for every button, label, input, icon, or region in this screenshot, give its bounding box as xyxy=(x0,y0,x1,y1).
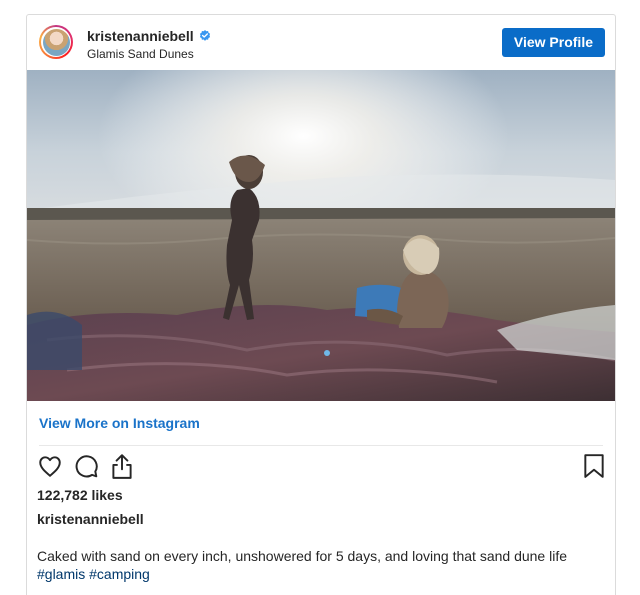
likes-count[interactable]: 122,782 likes xyxy=(37,487,123,503)
post-header: kristenanniebell Glamis Sand Dunes View … xyxy=(27,15,615,70)
comment-icon[interactable] xyxy=(73,453,99,479)
share-icon[interactable] xyxy=(109,452,135,480)
user-block: kristenanniebell Glamis Sand Dunes xyxy=(87,27,211,61)
avatar[interactable] xyxy=(39,25,73,59)
instagram-embed: kristenanniebell Glamis Sand Dunes View … xyxy=(26,14,616,595)
username[interactable]: kristenanniebell xyxy=(87,28,194,44)
verified-badge-icon xyxy=(199,30,211,42)
location-link[interactable]: Glamis Sand Dunes xyxy=(87,47,211,61)
bookmark-icon[interactable] xyxy=(582,453,606,479)
caption: Caked with sand on every inch, unshowere… xyxy=(37,547,605,583)
avatar-image xyxy=(42,28,70,56)
view-more-link[interactable]: View More on Instagram xyxy=(39,415,200,431)
caption-text: Caked with sand on every inch, unshowere… xyxy=(37,548,567,564)
caption-username[interactable]: kristenanniebell xyxy=(37,511,144,527)
hashtags[interactable]: #glamis #camping xyxy=(37,565,605,583)
view-profile-button[interactable]: View Profile xyxy=(501,28,605,57)
post-photo[interactable] xyxy=(27,70,615,401)
heart-icon[interactable] xyxy=(37,453,63,479)
divider xyxy=(39,445,603,446)
